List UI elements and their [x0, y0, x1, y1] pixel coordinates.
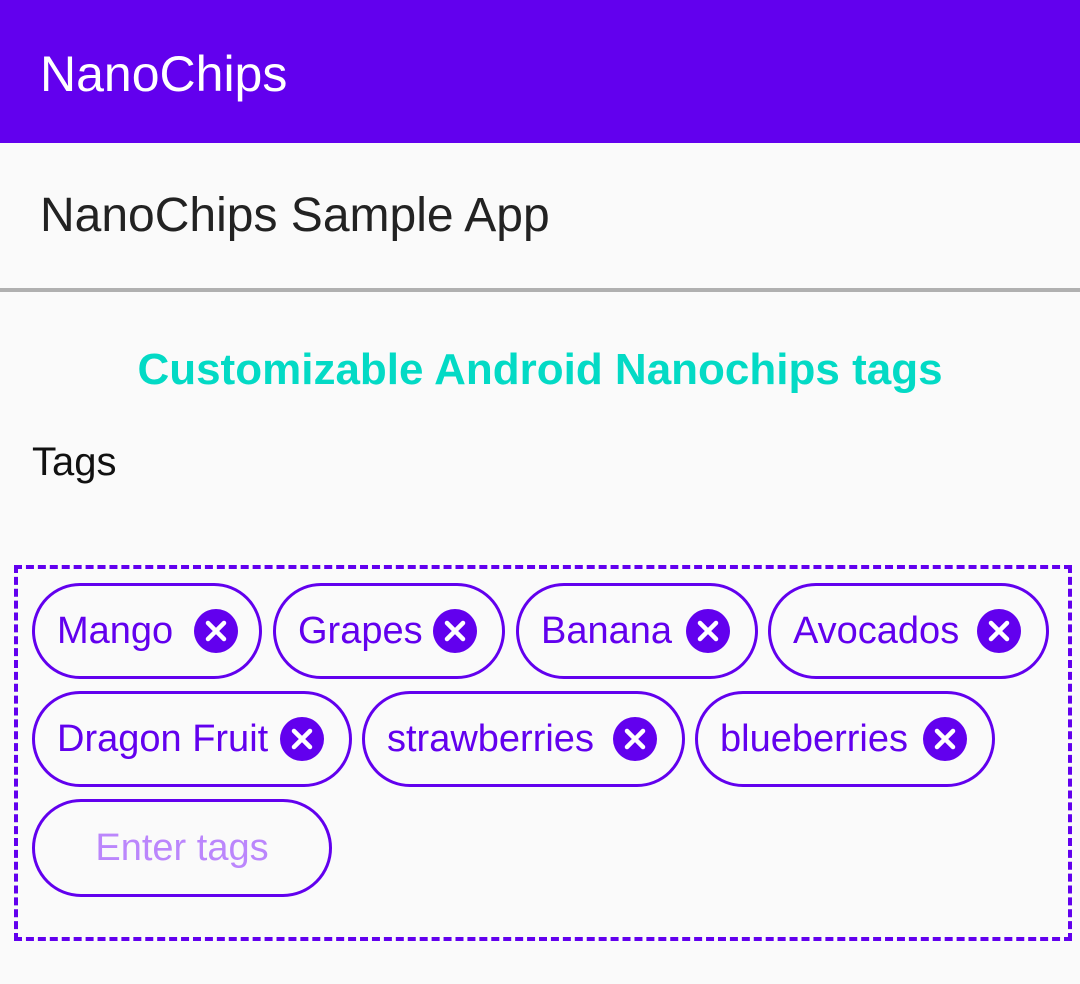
chip-label: Grapes	[298, 610, 423, 652]
chip-avocados[interactable]: Avocados	[768, 583, 1049, 679]
chip-label: Dragon Fruit	[57, 718, 269, 760]
app-bar-title: NanoChips	[40, 46, 288, 102]
chip-label: Banana	[541, 610, 673, 652]
app-bar: NanoChips	[0, 0, 1080, 143]
chip-label: blueberries	[720, 718, 908, 760]
chip-banana[interactable]: Banana	[516, 583, 758, 679]
close-circle-icon[interactable]	[977, 609, 1021, 653]
close-circle-icon[interactable]	[194, 609, 238, 653]
tags-label: Tags	[32, 440, 117, 484]
page-heading: Customizable Android Nanochips tags	[137, 345, 943, 394]
chip-label: Mango	[57, 610, 174, 652]
chip-label: strawberries	[387, 718, 594, 760]
chip-mango[interactable]: Mango	[32, 583, 262, 679]
close-circle-icon[interactable]	[923, 717, 967, 761]
close-circle-icon[interactable]	[280, 717, 324, 761]
subheader-title: NanoChips Sample App	[40, 189, 550, 242]
chip-strawberries[interactable]: strawberries	[362, 691, 685, 787]
close-circle-icon[interactable]	[686, 609, 730, 653]
close-circle-icon[interactable]	[613, 717, 657, 761]
tag-input[interactable]	[32, 799, 332, 897]
chip-dragon-fruit[interactable]: Dragon Fruit	[32, 691, 352, 787]
chip-blueberries[interactable]: blueberries	[695, 691, 995, 787]
subheader: NanoChips Sample App	[0, 143, 1080, 292]
chip-grapes[interactable]: Grapes	[273, 583, 505, 679]
close-circle-icon[interactable]	[433, 609, 477, 653]
chip-label: Avocados	[793, 610, 960, 652]
